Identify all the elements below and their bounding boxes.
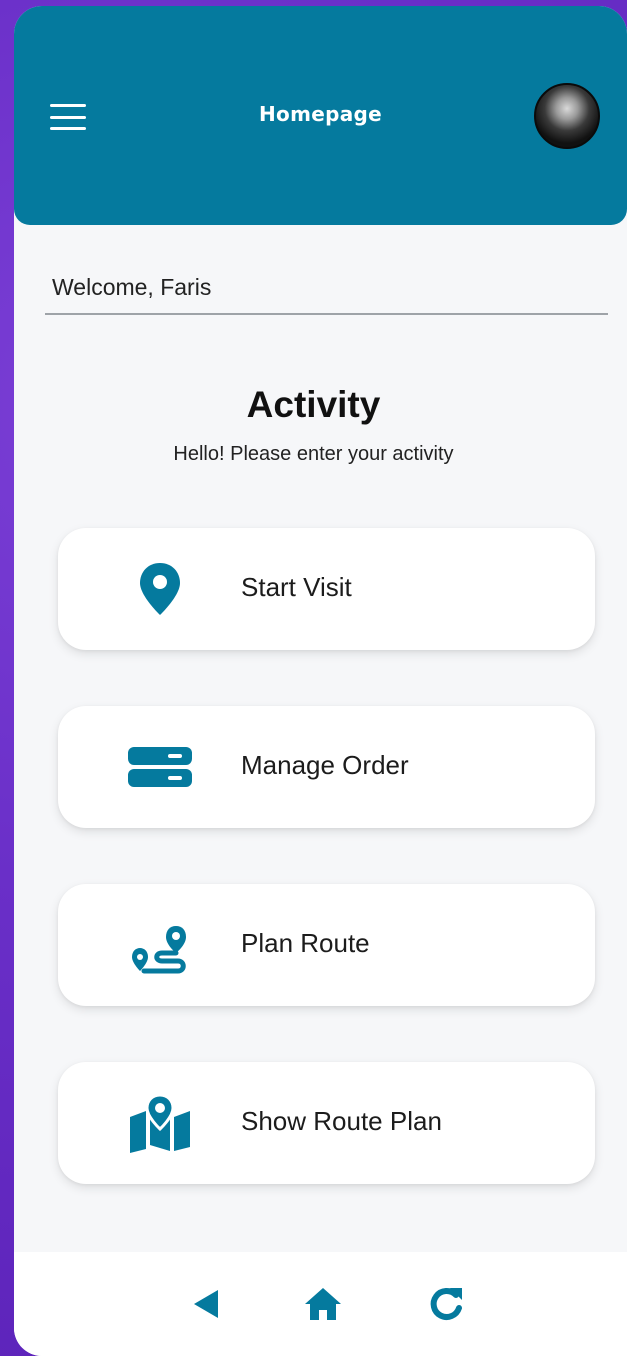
bottom-navigation-bar	[14, 1252, 627, 1356]
plan-route-label: Plan Route	[241, 928, 370, 958]
app-header: Homepage	[14, 6, 627, 225]
avatar[interactable]	[534, 83, 600, 149]
welcome-message: Welcome, Faris	[52, 274, 212, 300]
server-stack-icon	[128, 747, 192, 787]
back-icon[interactable]	[184, 1282, 228, 1326]
plan-route-button[interactable]: Plan Route	[58, 884, 595, 1006]
home-icon[interactable]	[301, 1282, 345, 1326]
map-location-icon	[130, 1093, 190, 1153]
app-screen: Homepage Welcome, Faris Activity Hello! …	[14, 6, 627, 1356]
manage-order-button[interactable]: Manage Order	[58, 706, 595, 828]
map-pin-icon	[140, 563, 180, 615]
start-visit-button[interactable]: Start Visit	[58, 528, 595, 650]
show-route-plan-button[interactable]: Show Route Plan	[58, 1062, 595, 1184]
activity-subtitle: Hello! Please enter your activity	[173, 443, 454, 465]
activity-heading: Activity	[246, 384, 381, 425]
refresh-icon[interactable]	[424, 1282, 468, 1326]
manage-order-label: Manage Order	[241, 750, 409, 780]
start-visit-label: Start Visit	[241, 572, 352, 602]
route-icon	[132, 926, 186, 974]
show-route-plan-label: Show Route Plan	[241, 1106, 442, 1136]
divider	[45, 313, 608, 315]
